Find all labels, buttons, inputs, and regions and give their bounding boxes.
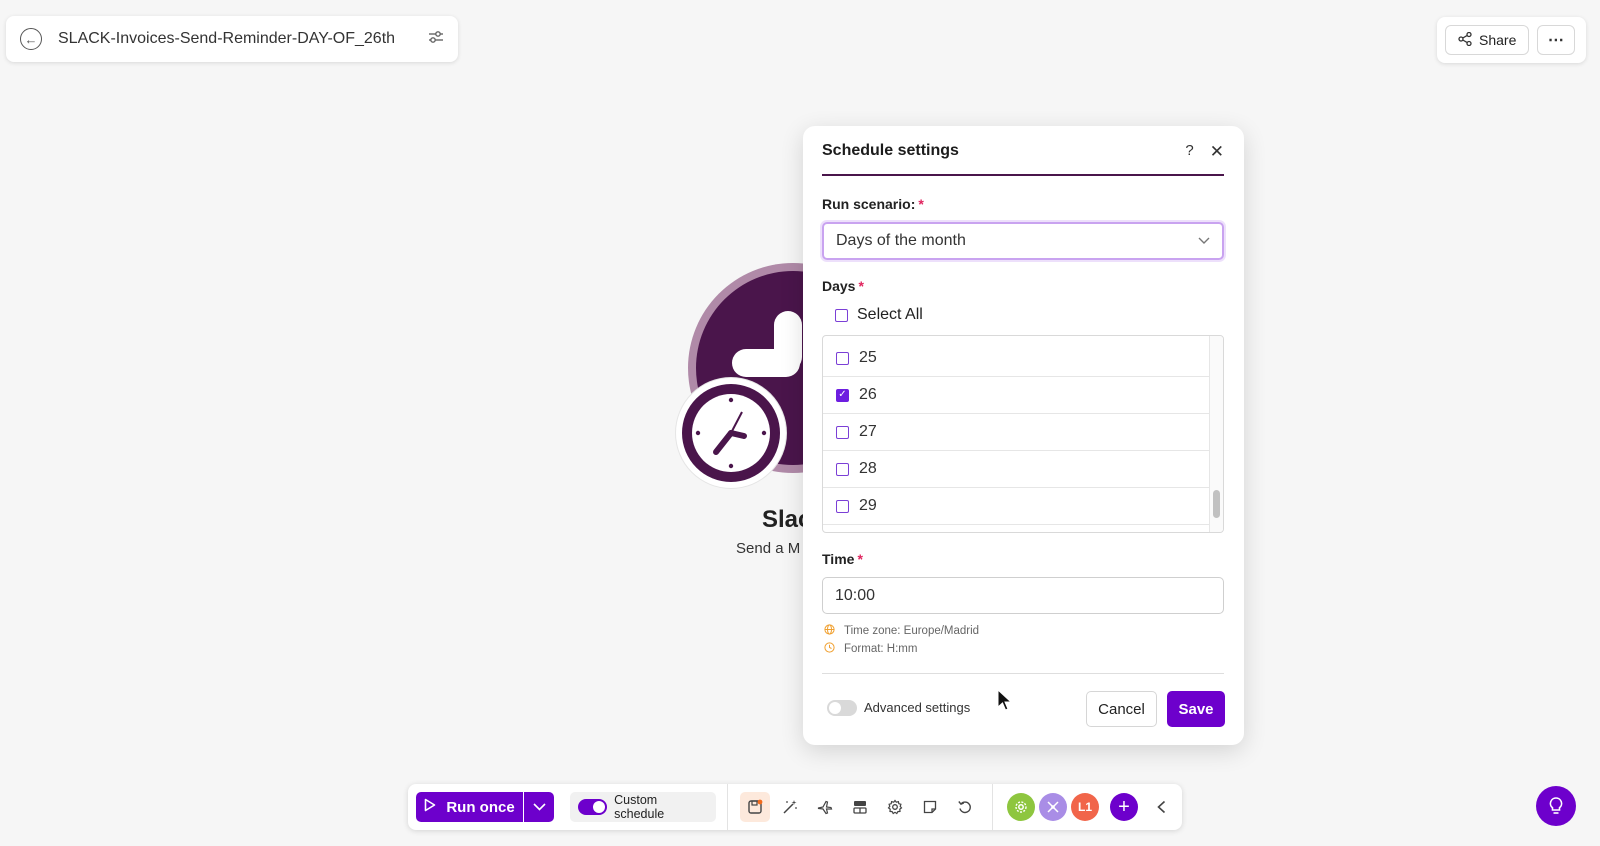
custom-schedule-control[interactable]: Custom schedule xyxy=(570,792,716,822)
day-option[interactable]: 29 xyxy=(823,488,1209,525)
save-button[interactable]: Save xyxy=(1167,691,1225,727)
schedule-clock-icon[interactable] xyxy=(676,378,786,488)
checkbox-icon[interactable] xyxy=(836,425,849,439)
undo-icon[interactable] xyxy=(950,792,980,822)
flow-control-badge[interactable]: L1 xyxy=(1071,793,1099,821)
day-label: 28 xyxy=(859,460,877,477)
airplane-icon[interactable] xyxy=(810,792,840,822)
share-icon xyxy=(1458,31,1472,49)
day-option[interactable]: ✓ 26 xyxy=(823,377,1209,414)
magic-wand-icon[interactable] xyxy=(775,792,805,822)
run-once-label: Run once xyxy=(446,798,515,816)
scenario-settings-icon[interactable] xyxy=(428,30,444,49)
divider xyxy=(727,784,728,830)
checkbox-checked-icon[interactable]: ✓ xyxy=(836,388,849,402)
chevron-down-icon xyxy=(532,803,546,811)
day-label: 25 xyxy=(859,349,877,366)
scrollbar-thumb[interactable] xyxy=(1213,490,1220,518)
day-label: 29 xyxy=(859,497,877,514)
note-icon[interactable] xyxy=(915,792,945,822)
format-hint: Format: H:mm xyxy=(824,642,917,656)
day-option[interactable]: 28 xyxy=(823,451,1209,488)
days-label: Days * xyxy=(822,278,864,294)
days-scrollbar[interactable] xyxy=(1209,336,1223,532)
days-list[interactable]: 25 ✓ 26 27 28 29 xyxy=(822,335,1224,533)
module-action-name: Send a M xyxy=(736,540,801,557)
select-all-checkbox[interactable]: Select All xyxy=(835,306,923,324)
checkbox-icon[interactable] xyxy=(836,499,849,513)
scenario-title-bar: ← SLACK-Invoices-Send-Reminder-DAY-OF_26… xyxy=(6,16,458,62)
checkbox-icon[interactable] xyxy=(835,308,848,322)
divider xyxy=(992,784,993,830)
schedule-toggle[interactable] xyxy=(578,799,608,815)
run-scenario-select[interactable]: Days of the month xyxy=(822,222,1224,260)
back-arrow-icon[interactable]: ← xyxy=(20,28,42,50)
mouse-cursor-icon xyxy=(997,689,1013,711)
scenario-title[interactable]: SLACK-Invoices-Send-Reminder-DAY-OF_26th xyxy=(58,30,416,48)
time-input[interactable]: 10:00 xyxy=(822,577,1224,614)
custom-schedule-label: Custom schedule xyxy=(614,793,665,821)
share-button[interactable]: Share xyxy=(1445,25,1530,55)
day-option[interactable]: 25 xyxy=(823,340,1209,377)
more-options-button[interactable]: ⋯ xyxy=(1537,25,1576,55)
chevron-left-icon[interactable] xyxy=(1146,792,1176,822)
day-label: 26 xyxy=(859,386,877,403)
help-icon[interactable]: ? xyxy=(1185,142,1193,159)
globe-icon xyxy=(824,624,836,638)
cancel-button[interactable]: Cancel xyxy=(1086,691,1157,727)
close-icon[interactable]: ✕ xyxy=(1210,142,1224,162)
timezone-hint: Time zone: Europe/Madrid xyxy=(824,624,979,638)
run-once-button[interactable]: Run once xyxy=(416,792,523,822)
day-label: 27 xyxy=(859,423,877,440)
gear-icon[interactable] xyxy=(880,792,910,822)
schedule-settings-dialog: Schedule settings ? ✕ Run scenario: * Day… xyxy=(803,126,1244,745)
checkbox-icon[interactable] xyxy=(836,351,849,365)
data-structure-icon[interactable] xyxy=(845,792,875,822)
bottom-toolbar: Run once Custom schedule L1 + xyxy=(408,784,1182,830)
share-label: Share xyxy=(1479,32,1517,48)
run-options-dropdown[interactable] xyxy=(524,792,554,822)
advanced-settings-label: Advanced settings xyxy=(864,700,971,715)
required-marker: * xyxy=(918,196,924,212)
time-label: Time * xyxy=(822,551,863,567)
time-value: 10:00 xyxy=(835,586,876,604)
play-icon xyxy=(424,798,436,816)
lightbulb-help-icon[interactable] xyxy=(1536,786,1576,826)
checkbox-icon[interactable] xyxy=(836,462,849,476)
dialog-header: Schedule settings ? ✕ xyxy=(822,142,1224,176)
clock-icon xyxy=(824,642,836,656)
dialog-title: Schedule settings xyxy=(822,142,959,159)
run-scenario-label: Run scenario: * xyxy=(822,196,924,212)
add-module-icon[interactable]: + xyxy=(1110,793,1138,821)
advanced-settings-toggle[interactable] xyxy=(827,700,857,716)
gear-app-icon[interactable] xyxy=(1007,793,1035,821)
chevron-down-icon xyxy=(1198,234,1210,248)
tools-icon[interactable] xyxy=(1039,793,1067,821)
top-right-actions: Share ⋯ xyxy=(1437,17,1586,63)
select-all-label: Select All xyxy=(857,306,923,323)
run-scenario-value: Days of the month xyxy=(836,232,966,249)
day-option[interactable]: 27 xyxy=(823,414,1209,451)
divider xyxy=(822,673,1224,674)
save-scenario-icon[interactable] xyxy=(740,792,770,822)
